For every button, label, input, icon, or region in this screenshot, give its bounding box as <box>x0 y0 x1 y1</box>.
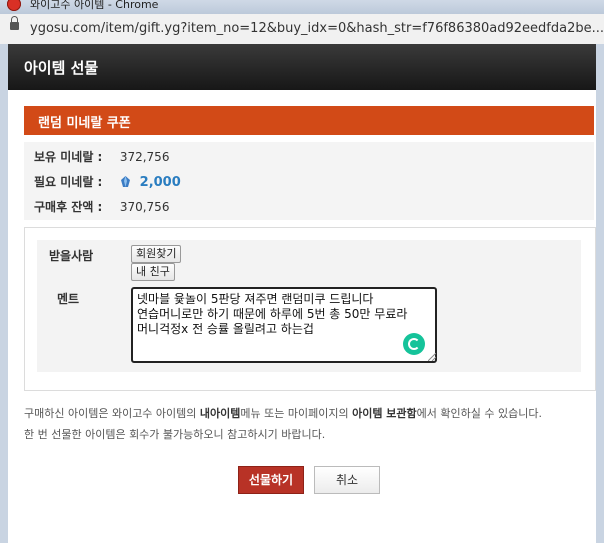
mineral-icon <box>120 176 130 187</box>
item-name-bar: 랜덤 미네랄 쿠폰 <box>24 106 594 135</box>
notice-line-1-part: 구매하신 아이템은 와이고수 아이템의 <box>24 407 200 420</box>
address-bar[interactable]: ygosu.com/item/gift.yg?item_no=12&buy_id… <box>0 14 604 45</box>
notice-line-1: 구매하신 아이템은 와이고수 아이템의 내아이템메뉴 또는 마이페이지의 아이템… <box>24 403 594 424</box>
lock-icon <box>10 16 19 30</box>
notice-line-1-part: 메뉴 또는 마이페이지의 <box>240 407 353 420</box>
required-mineral-label: 필요 미네랄 : <box>34 175 103 189</box>
my-friends-button[interactable]: 내 친구 <box>131 263 175 281</box>
balance-label: 구매후 잔액 : <box>34 200 103 214</box>
message-textarea[interactable]: 넷마블 윷놀이 5판당 져주면 랜덤미쿠 드립니다 연습머니로만 하기 때문에 … <box>131 287 437 363</box>
cancel-button[interactable]: 취소 <box>314 466 380 494</box>
owned-mineral-label: 보유 미네랄 : <box>34 150 103 164</box>
message-label: 멘트 <box>57 292 80 306</box>
required-mineral-value: 2,000 <box>139 175 181 190</box>
required-mineral-row: 필요 미네랄 : 2,000 <box>34 173 181 193</box>
window-frame-left <box>0 44 8 543</box>
notice-line-2: 한 번 선물한 아이템은 회수가 불가능하오니 참고하시기 바랍니다. <box>24 428 326 441</box>
notice-text: 구매하신 아이템은 와이고수 아이템의 내아이템메뉴 또는 마이페이지의 아이템… <box>24 403 594 445</box>
gift-form-body: 받을사람 회원찾기 내 친구 멘트 넷마블 윷놀이 5판당 져주면 랜덤미쿠 드… <box>37 240 581 372</box>
window-frame-right <box>596 44 604 543</box>
gift-form: 받을사람 회원찾기 내 친구 멘트 넷마블 윷놀이 5판당 져주면 랜덤미쿠 드… <box>24 227 596 391</box>
page-title: 아이템 선물 <box>24 59 99 77</box>
url-text[interactable]: ygosu.com/item/gift.yg?item_no=12&buy_id… <box>30 21 604 36</box>
member-search-button[interactable]: 회원찾기 <box>131 245 182 263</box>
my-items-menu-text: 내아이템 <box>199 407 241 420</box>
dialog-header: 아이템 선물 <box>8 44 596 90</box>
mineral-info-panel: 보유 미네랄 : 372,756 필요 미네랄 : 2,000 구매후 잔액 :… <box>24 142 594 220</box>
owned-mineral-value: 372,756 <box>119 150 170 164</box>
balance-value: 370,756 <box>119 200 170 214</box>
resize-handle-icon[interactable] <box>428 353 436 361</box>
balance-row: 구매후 잔액 : 370,756 <box>34 198 169 218</box>
gift-button[interactable]: 선물하기 <box>238 466 304 494</box>
chrome-logo-icon <box>7 0 21 11</box>
item-name: 랜덤 미네랄 쿠폰 <box>38 116 131 131</box>
item-storage-text: 아이템 보관함 <box>352 407 417 420</box>
owned-mineral-row: 보유 미네랄 : 372,756 <box>34 148 169 168</box>
browser-title-bar: 와이고수 아이템 - Chrome <box>0 0 604 14</box>
recipient-label: 받을사람 <box>49 249 94 263</box>
notice-line-1-part: 에서 확인하실 수 있습니다. <box>416 407 542 420</box>
window-title: 와이고수 아이템 - Chrome <box>30 0 159 11</box>
grammarly-icon[interactable] <box>403 333 425 355</box>
